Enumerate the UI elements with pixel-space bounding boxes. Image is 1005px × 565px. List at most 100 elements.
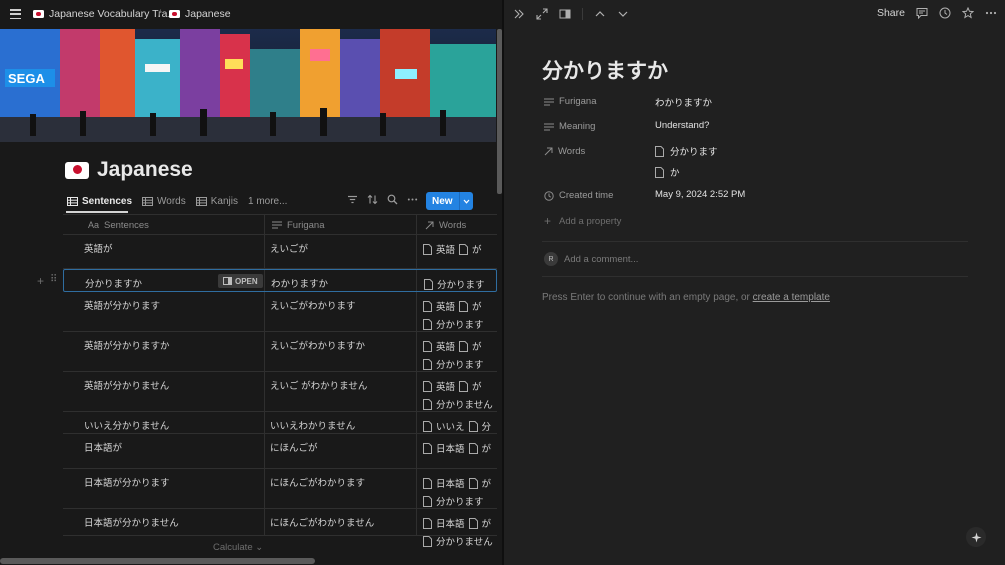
cell-words[interactable]: 英語 が分かります xyxy=(423,297,484,333)
cell-furigana[interactable]: いいえわかりません xyxy=(270,418,355,432)
relation-word-1[interactable]: 分かります xyxy=(655,144,718,158)
cell-sentence[interactable]: 英語が xyxy=(84,241,113,255)
chevron-down-icon[interactable] xyxy=(458,192,473,210)
relation-word-chip[interactable]: 分かります xyxy=(423,494,484,508)
column-header-sentences[interactable]: Aa Sentences xyxy=(80,215,149,235)
drag-handle-icon[interactable]: ⠿ xyxy=(50,274,57,288)
cell-furigana[interactable]: にほんごが xyxy=(270,440,318,454)
more-options-icon[interactable] xyxy=(985,7,997,19)
cell-furigana[interactable]: えいご がわかりません xyxy=(270,378,367,392)
new-button[interactable]: New xyxy=(426,192,473,210)
history-clock-icon[interactable] xyxy=(939,7,951,19)
tab-sentences[interactable]: Sentences xyxy=(67,193,132,209)
comment-icon[interactable] xyxy=(916,7,928,19)
cell-furigana[interactable]: えいごがわかりますか xyxy=(270,338,365,352)
add-property-button[interactable]: + Add a property xyxy=(544,214,621,228)
table-row[interactable]: 分かりますか OPEN わかりますか 分かります xyxy=(63,269,497,292)
add-row-icon[interactable]: + xyxy=(37,274,44,288)
cell-words[interactable]: 分かります xyxy=(424,275,485,293)
cell-furigana[interactable]: にほんごがわかりません xyxy=(270,515,374,529)
menu-icon[interactable] xyxy=(10,9,21,20)
table-row[interactable]: 日本語が分かりません にほんごがわかりません 日本語が分かりません xyxy=(63,509,497,548)
tab-more[interactable]: 1 more... xyxy=(248,193,287,209)
table-row[interactable]: 英語が分かります えいごがわかります 英語が分かります xyxy=(63,292,497,332)
relation-word-chip[interactable]: 英語 xyxy=(423,299,455,313)
cell-furigana[interactable]: えいごが xyxy=(270,241,308,255)
column-header-furigana[interactable]: Furigana xyxy=(264,215,325,235)
cover-image[interactable]: SEGA xyxy=(0,29,496,142)
cell-sentence[interactable]: いいえ分かりません xyxy=(84,418,169,432)
cell-sentence[interactable]: 英語が分かりますか xyxy=(84,338,170,352)
property-value-furigana[interactable]: わかりますか xyxy=(655,95,712,109)
breadcrumb-item-parent[interactable]: Japanese Vocabulary Tra... xyxy=(33,8,176,20)
page-title[interactable]: 分かりますか xyxy=(542,55,668,85)
expand-icon[interactable] xyxy=(536,8,548,20)
relation-word-chip[interactable]: が xyxy=(468,441,491,455)
star-icon[interactable] xyxy=(962,7,974,19)
relation-word-chip[interactable]: 日本語 xyxy=(423,441,465,455)
table-row[interactable]: 日本語が にほんごが 日本語が xyxy=(63,434,497,469)
cell-furigana[interactable]: にほんごがわかります xyxy=(270,475,365,489)
table-row[interactable]: いいえ分かりません いいえわかりません いいえ 分 xyxy=(63,412,497,434)
relation-word-chip[interactable]: が xyxy=(459,379,482,393)
comment-input[interactable]: Add a comment... xyxy=(564,254,638,265)
chevron-down-icon[interactable] xyxy=(617,8,629,20)
table-row[interactable]: 英語が えいごが 英語が xyxy=(63,235,497,269)
cell-sentence[interactable]: 英語が分かります xyxy=(84,298,160,312)
cell-words[interactable]: いいえ 分 xyxy=(423,417,491,435)
relation-word-chip[interactable]: 分かりません xyxy=(423,397,493,411)
property-furigana[interactable]: Furigana xyxy=(544,96,597,107)
relation-word-chip[interactable]: が xyxy=(459,339,482,353)
breadcrumb-item-current[interactable]: Japanese xyxy=(169,8,231,20)
more-options-icon[interactable] xyxy=(407,194,418,205)
cell-furigana[interactable]: わかりますか xyxy=(271,276,328,290)
column-header-words[interactable]: Words xyxy=(417,215,466,235)
open-row-button[interactable]: OPEN xyxy=(218,274,263,288)
cell-sentence[interactable]: 日本語が分かりません xyxy=(84,515,179,529)
cell-words[interactable]: 日本語 が xyxy=(423,439,491,457)
search-icon[interactable] xyxy=(387,194,398,205)
create-template-link[interactable]: create a template xyxy=(753,292,830,303)
sort-icon[interactable] xyxy=(367,194,378,205)
relation-word-2[interactable]: か xyxy=(655,165,680,179)
relation-word-chip[interactable]: 分かります xyxy=(423,317,484,331)
relation-word-chip[interactable]: 分かります xyxy=(423,357,484,371)
cell-furigana[interactable]: えいごがわかります xyxy=(270,298,356,312)
cell-sentence[interactable]: 日本語が分かります xyxy=(84,475,170,489)
close-peek-icon[interactable] xyxy=(513,8,525,20)
cell-sentence[interactable]: 日本語が xyxy=(84,440,122,454)
filter-icon[interactable] xyxy=(347,194,358,205)
relation-word-chip[interactable]: 日本語 xyxy=(423,516,465,530)
tab-kanjis[interactable]: Kanjis xyxy=(195,193,238,209)
property-meaning[interactable]: Meaning xyxy=(544,121,595,132)
relation-word-chip[interactable]: 英語 xyxy=(423,379,455,393)
cell-words[interactable]: 日本語 が分かります xyxy=(423,474,491,510)
table-row[interactable]: 英語が分かりますか えいごがわかりますか 英語 が分かります xyxy=(63,332,497,372)
cell-sentence[interactable]: 分かりますか xyxy=(85,276,142,290)
relation-word-chip[interactable]: が xyxy=(468,476,491,490)
chevron-up-icon[interactable] xyxy=(594,8,606,20)
relation-word-chip[interactable]: いいえ xyxy=(423,419,465,433)
cell-words[interactable]: 英語 が xyxy=(423,240,482,258)
relation-word-chip[interactable]: が xyxy=(459,242,482,256)
cell-words[interactable]: 日本語 が分かりません xyxy=(423,514,493,550)
side-peek-icon[interactable] xyxy=(559,8,571,20)
ai-assistant-button[interactable] xyxy=(966,527,986,547)
relation-word-chip[interactable]: 英語 xyxy=(423,242,455,256)
cell-sentence[interactable]: 英語が分かりません xyxy=(84,378,169,392)
tab-words[interactable]: Words xyxy=(142,193,186,209)
table-row[interactable]: 日本語が分かります にほんごがわかります 日本語が分かります xyxy=(63,469,497,509)
property-words[interactable]: Words xyxy=(544,146,585,157)
share-button[interactable]: Share xyxy=(877,7,905,19)
relation-word-chip[interactable]: 日本語 xyxy=(423,476,465,490)
relation-word-chip[interactable]: が xyxy=(459,299,482,313)
relation-word-chip[interactable]: 分かります xyxy=(424,277,485,291)
relation-word-chip[interactable]: 英語 xyxy=(423,339,455,353)
table-row[interactable]: 英語が分かりません えいご がわかりません 英語が分かりません xyxy=(63,372,497,412)
cell-words[interactable]: 英語 が分かります xyxy=(423,337,484,373)
cell-words[interactable]: 英語 が分かりません xyxy=(423,377,493,413)
property-created-time[interactable]: Created time xyxy=(544,190,613,201)
japan-flag-icon[interactable] xyxy=(65,161,89,179)
relation-word-chip[interactable]: が xyxy=(468,516,491,530)
horizontal-scrollbar[interactable] xyxy=(0,558,315,564)
